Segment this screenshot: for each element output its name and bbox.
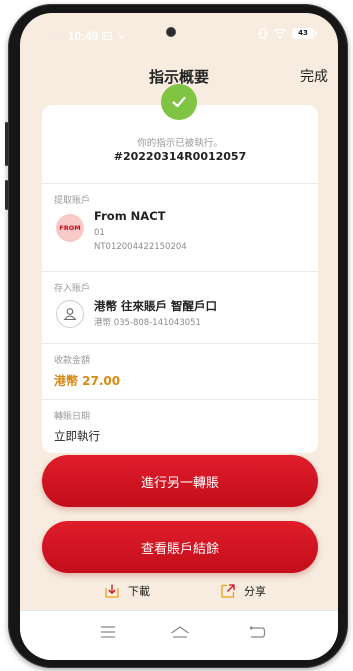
transfer-date-value: 立即執行 [54, 429, 100, 443]
from-account-label: 提取賬戶 [54, 196, 91, 206]
camera-hole [166, 27, 176, 37]
check-icon [161, 84, 197, 120]
from-account-section: 提取賬戶 FROM From NACT 01 NT012004422150204 [42, 183, 318, 271]
person-icon [56, 300, 84, 328]
wifi-icon [273, 28, 287, 39]
to-account-section: 存入賬戶 港幣 往來賬戶 智醒戶口 港幣 035-808-141043051 [42, 271, 318, 343]
transfer-date-label: 轉賬日期 [54, 412, 91, 422]
reference-number: #20220314R0012057 [113, 150, 247, 163]
share-link[interactable]: 分享 [220, 583, 266, 599]
power-button [5, 180, 8, 210]
volume-button [5, 122, 8, 166]
share-label: 分享 [244, 585, 266, 598]
done-button[interactable]: 完成 [300, 66, 328, 86]
home-icon[interactable] [170, 625, 190, 639]
from-account-number: NT012004422150204 [94, 242, 187, 252]
amount-value: 港幣 27.00 [54, 374, 121, 388]
signal-dots: ..... [46, 31, 64, 41]
vibrate-icon [258, 28, 268, 39]
arrow-icon: ↘ [116, 30, 125, 42]
from-account-code: 01 [94, 228, 105, 238]
amount-label: 收款金額 [54, 356, 91, 366]
download-icon [105, 584, 119, 598]
execution-status-text: 你的指示已被執行。 [137, 138, 223, 149]
another-transfer-button[interactable]: 進行另一轉賬 [42, 455, 318, 507]
to-account-number: 港幣 035-808-141043051 [94, 318, 201, 328]
from-account-name: From NACT [94, 209, 166, 223]
share-icon [221, 584, 235, 598]
download-link[interactable]: 下載 [104, 583, 150, 599]
status-left: ..... 10:49 ↘ [46, 29, 125, 43]
to-account-name: 港幣 往來賬戶 智醒戶口 [94, 299, 218, 313]
status-right: 43 [258, 28, 317, 39]
back-icon[interactable] [248, 625, 266, 639]
to-account-label: 存入賬戶 [54, 284, 91, 294]
summary-card: 你的指示已被執行。 #20220314R0012057 提取賬戶 FROM Fr… [42, 105, 318, 453]
status-time: 10:49 [67, 29, 99, 43]
app-screen: ..... 10:49 ↘ 43 指示概要 完成 你的指示已被執行。 #2022… [20, 13, 338, 660]
status-bar: ..... 10:49 ↘ 43 [20, 13, 338, 53]
from-badge: FROM [56, 214, 84, 242]
amount-section: 收款金額 港幣 27.00 [42, 343, 318, 399]
message-icon [102, 32, 113, 40]
download-label: 下載 [128, 585, 150, 598]
battery-icon: 43 [292, 28, 317, 39]
menu-icon[interactable] [100, 625, 116, 639]
date-section: 轉賬日期 立即執行 [42, 399, 318, 453]
system-nav-bar [20, 610, 338, 660]
view-balance-button[interactable]: 查看賬戶結餘 [42, 521, 318, 573]
